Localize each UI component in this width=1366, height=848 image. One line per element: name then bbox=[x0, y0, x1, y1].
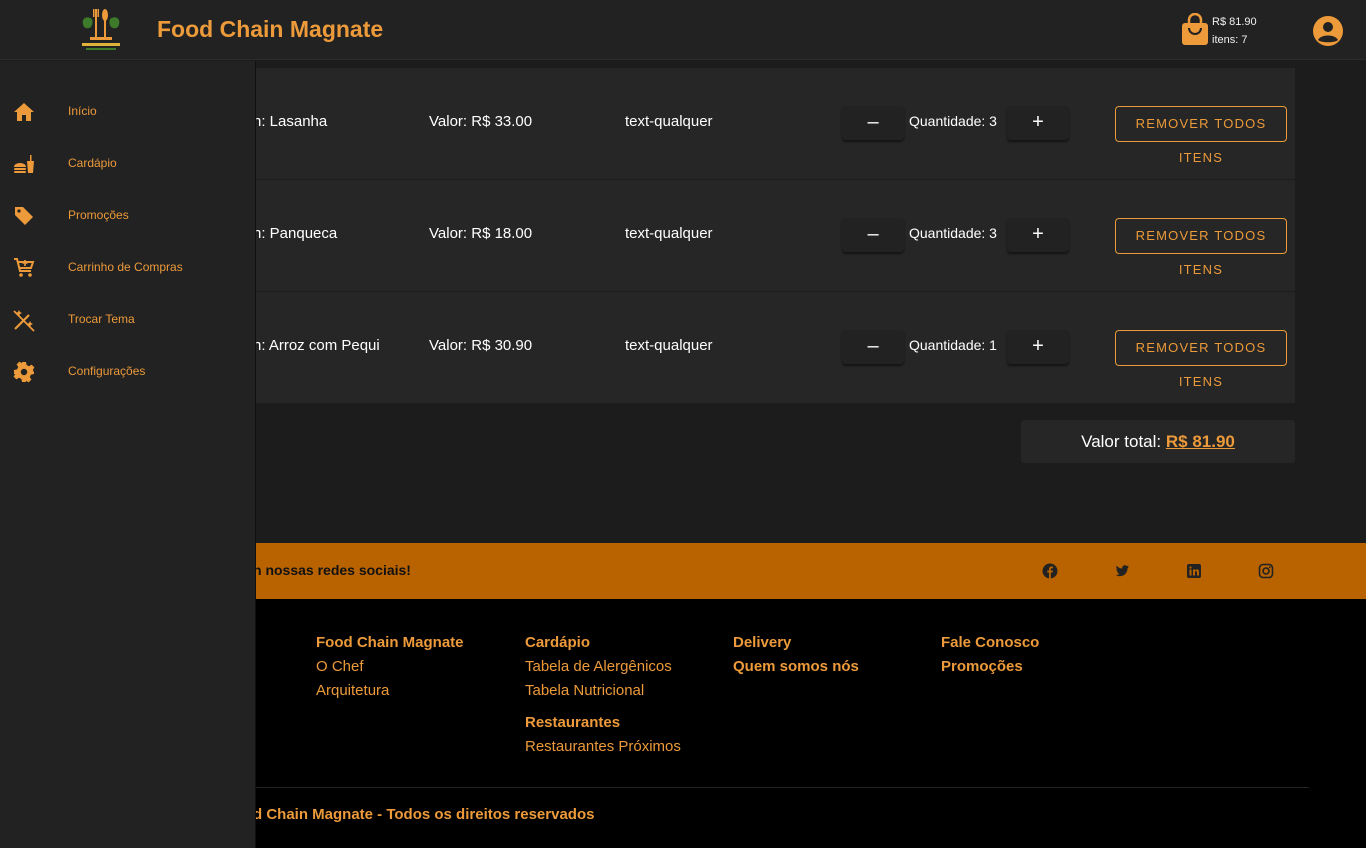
twitter-icon[interactable] bbox=[1114, 563, 1130, 579]
decrease-quantity-button[interactable]: – bbox=[842, 330, 904, 364]
nav-item-label: Trocar Tema bbox=[68, 312, 135, 326]
cart-total-box: Valor total: R$ 81.90 bbox=[1021, 420, 1295, 463]
footer-link[interactable]: Promoções bbox=[941, 655, 1039, 679]
cart-item-row: n: Panqueca Valor: R$ 18.00 text-qualque… bbox=[256, 180, 1295, 292]
cart-total-label: Valor total: bbox=[1081, 432, 1162, 451]
app-title: Food Chain Magnate bbox=[157, 16, 384, 42]
nav-item-settings[interactable]: Configurações bbox=[0, 351, 255, 391]
nav-item-label: Promoções bbox=[68, 208, 129, 222]
cart-item-price: Valor: R$ 18.00 bbox=[429, 225, 533, 242]
cart-item-quantity: Quantidade: 1 bbox=[909, 337, 997, 353]
nav-item-menu[interactable]: Cardápio bbox=[0, 143, 255, 183]
nav-item-cart[interactable]: Carrinho de Compras bbox=[0, 247, 255, 287]
navigation-drawer: Início Cardápio Promoções Carrinho de Co… bbox=[0, 61, 256, 848]
cart-item-price: Valor: R$ 33.00 bbox=[429, 113, 533, 130]
footer-link[interactable]: Tabela de Alergênicos bbox=[525, 655, 681, 679]
footer-column: Cardápio Tabela de Alergênicos Tabela Nu… bbox=[525, 631, 681, 759]
nav-item-label: Carrinho de Compras bbox=[68, 260, 183, 274]
cart-total-value[interactable]: R$ 81.90 bbox=[1166, 432, 1235, 451]
nav-item-label: Configurações bbox=[68, 364, 146, 378]
footer-link[interactable]: O Chef bbox=[316, 655, 464, 679]
home-icon bbox=[14, 103, 34, 121]
remove-all-items-button[interactable]: REMOVER TODOS ITENS bbox=[1115, 218, 1287, 277]
nav-item-theme[interactable]: Trocar Tema bbox=[0, 299, 255, 339]
cart-item-description: text-qualquer bbox=[625, 337, 713, 354]
fastfood-icon bbox=[14, 155, 34, 173]
footer-link[interactable]: Fale Conosco bbox=[941, 631, 1039, 655]
remove-all-items-button[interactable]: REMOVER TODOS ITENS bbox=[1115, 330, 1287, 389]
cart-item-row: n: Arroz com Pequi Valor: R$ 30.90 text-… bbox=[256, 292, 1295, 404]
footer-link[interactable]: Restaurantes Próximos bbox=[525, 735, 681, 759]
nav-item-label: Início bbox=[68, 104, 97, 118]
cart-item-quantity: Quantidade: 3 bbox=[909, 113, 997, 129]
account-circle-icon[interactable] bbox=[1312, 15, 1344, 47]
cart-item-name: n: Panqueca bbox=[256, 225, 338, 242]
nav-item-promotions[interactable]: Promoções bbox=[0, 195, 255, 235]
cart-item-name: n: Arroz com Pequi bbox=[256, 337, 380, 354]
footer-divider bbox=[256, 787, 1309, 788]
increase-quantity-button[interactable]: + bbox=[1007, 106, 1069, 140]
cart-item-name: n: Lasanha bbox=[256, 113, 328, 130]
restaurant-logo-icon[interactable] bbox=[78, 7, 124, 53]
cart-item-quantity: Quantidade: 3 bbox=[909, 225, 997, 241]
cart-icon bbox=[14, 258, 35, 277]
cart-list: n: Lasanha Valor: R$ 33.00 text-qualquer… bbox=[256, 68, 1295, 404]
footer-link[interactable]: Delivery bbox=[733, 631, 859, 655]
decrease-quantity-button[interactable]: – bbox=[842, 106, 904, 140]
tag-icon bbox=[15, 207, 33, 225]
footer-column: Fale Conosco Promoções bbox=[941, 631, 1039, 679]
footer-column: Food Chain Magnate O Chef Arquitetura bbox=[316, 631, 464, 703]
facebook-icon[interactable] bbox=[1042, 563, 1058, 579]
increase-quantity-button[interactable]: + bbox=[1007, 330, 1069, 364]
linkedin-icon[interactable] bbox=[1186, 563, 1202, 579]
instagram-icon[interactable] bbox=[1258, 563, 1274, 579]
gear-icon bbox=[13, 361, 35, 383]
footer-link[interactable]: Food Chain Magnate bbox=[316, 631, 464, 655]
cart-summary-total: R$ 81.90 bbox=[1212, 16, 1257, 28]
remove-all-items-button[interactable]: REMOVER TODOS ITENS bbox=[1115, 106, 1287, 165]
cart-item-price: Valor: R$ 30.90 bbox=[429, 337, 533, 354]
theme-wand-icon bbox=[13, 310, 35, 332]
cart-item-row: n: Lasanha Valor: R$ 33.00 text-qualquer… bbox=[256, 68, 1295, 180]
footer-link[interactable]: Cardápio bbox=[525, 631, 681, 655]
footer-link[interactable]: Arquitetura bbox=[316, 679, 464, 703]
increase-quantity-button[interactable]: + bbox=[1007, 218, 1069, 252]
cart-item-description: text-qualquer bbox=[625, 113, 713, 130]
app-header: Food Chain Magnate R$ 81.90 itens: 7 bbox=[0, 0, 1366, 60]
nav-item-label: Cardápio bbox=[68, 156, 117, 170]
cart-item-description: text-qualquer bbox=[625, 225, 713, 242]
copyright-text: d Chain Magnate - Todos os direitos rese… bbox=[253, 806, 595, 823]
shopping-bag-icon[interactable] bbox=[1180, 13, 1210, 47]
footer-link[interactable]: Restaurantes bbox=[525, 711, 681, 735]
decrease-quantity-button[interactable]: – bbox=[842, 218, 904, 252]
footer-link[interactable]: Quem somos nós bbox=[733, 655, 859, 679]
cart-summary-items: itens: 7 bbox=[1212, 34, 1248, 46]
nav-item-home[interactable]: Início bbox=[0, 91, 255, 131]
footer-link[interactable]: Tabela Nutricional bbox=[525, 679, 681, 703]
social-media-text: n nossas redes sociais! bbox=[253, 562, 411, 578]
footer-column: Delivery Quem somos nós bbox=[733, 631, 859, 679]
cart-summary[interactable]: R$ 81.90 itens: 7 bbox=[1212, 13, 1257, 49]
